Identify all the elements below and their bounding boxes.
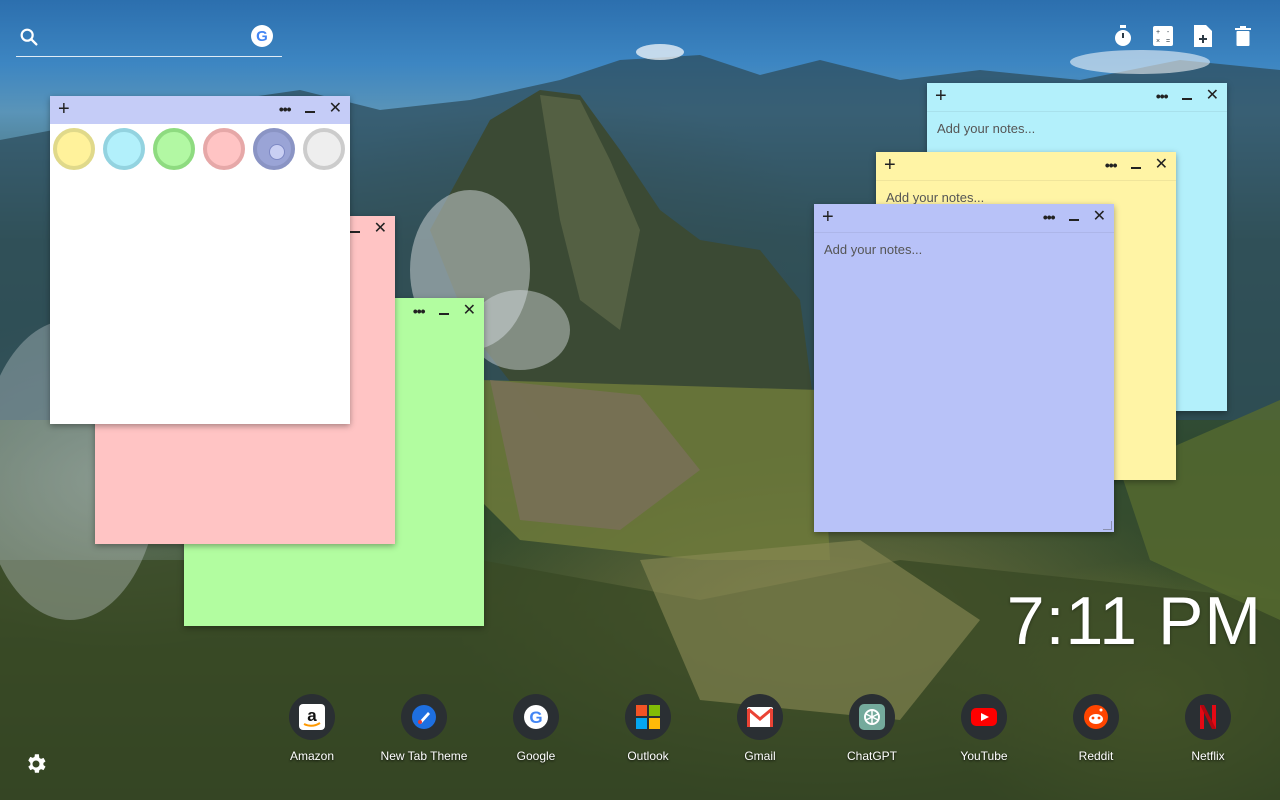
add-note-icon[interactable]: + bbox=[822, 207, 834, 227]
amazon-icon: a bbox=[289, 694, 335, 740]
close-icon[interactable]: ✕ bbox=[1155, 156, 1168, 174]
add-file-icon[interactable] bbox=[1192, 24, 1214, 48]
add-note-icon[interactable]: + bbox=[58, 99, 70, 119]
note-toolbar: + ••• ✕ bbox=[814, 204, 1114, 233]
note-placeholder: Add your notes... bbox=[886, 190, 985, 205]
color-swatch-gray[interactable] bbox=[303, 128, 345, 170]
color-swatch-yellow[interactable] bbox=[53, 128, 95, 170]
netflix-icon bbox=[1185, 694, 1231, 740]
search-bar: G bbox=[16, 22, 282, 57]
note-placeholder: Add your notes... bbox=[824, 242, 923, 257]
more-options-icon[interactable]: ••• bbox=[1043, 208, 1056, 226]
shortcut-chatgpt[interactable]: ChatGPT bbox=[816, 694, 928, 763]
close-icon[interactable]: ✕ bbox=[374, 220, 387, 238]
gmail-icon bbox=[737, 694, 783, 740]
shortcut-gmail[interactable]: Gmail bbox=[704, 694, 816, 763]
shortcut-label: Google bbox=[516, 749, 556, 763]
close-icon[interactable]: ✕ bbox=[1206, 87, 1219, 105]
shortcut-label: ChatGPT bbox=[846, 749, 897, 763]
shortcut-new-tab-theme[interactable]: New Tab Theme bbox=[368, 694, 480, 763]
svg-text:a: a bbox=[307, 706, 317, 725]
shortcut-label: Gmail bbox=[744, 749, 776, 763]
svg-text:×: × bbox=[1156, 38, 1160, 45]
minimize-icon[interactable] bbox=[1068, 208, 1079, 226]
more-options-icon[interactable]: ••• bbox=[279, 100, 292, 118]
more-options-icon[interactable]: ••• bbox=[1156, 87, 1169, 105]
toolbar: + - × = bbox=[1112, 24, 1254, 48]
trash-icon[interactable] bbox=[1232, 24, 1254, 48]
resize-handle-icon[interactable] bbox=[1103, 521, 1112, 530]
shortcut-reddit[interactable]: Reddit bbox=[1040, 694, 1152, 763]
search-input[interactable] bbox=[52, 24, 246, 52]
note-purple[interactable]: + ••• ✕ Add your notes... bbox=[814, 204, 1114, 532]
close-icon[interactable]: ✕ bbox=[1093, 208, 1106, 226]
note-toolbar: + ••• ✕ bbox=[50, 96, 350, 124]
timer-icon[interactable] bbox=[1112, 24, 1134, 48]
add-note-icon[interactable]: + bbox=[935, 86, 947, 106]
svg-text:=: = bbox=[1166, 38, 1170, 45]
minimize-icon[interactable] bbox=[349, 220, 360, 238]
svg-text:+: + bbox=[1156, 29, 1160, 36]
note-toolbar: + ••• ✕ bbox=[927, 83, 1227, 112]
more-options-icon[interactable]: ••• bbox=[413, 302, 426, 320]
color-swatch-pink[interactable] bbox=[203, 128, 245, 170]
shortcut-label: Outlook bbox=[627, 749, 669, 763]
close-icon[interactable]: ✕ bbox=[463, 302, 476, 320]
reddit-icon bbox=[1073, 694, 1119, 740]
close-icon[interactable]: ✕ bbox=[329, 100, 342, 118]
note-placeholder: Add your notes... bbox=[937, 121, 1036, 136]
shortcut-amazon[interactable]: a Amazon bbox=[256, 694, 368, 763]
svg-text:G: G bbox=[256, 28, 268, 45]
note-toolbar: + ••• ✕ bbox=[876, 152, 1176, 181]
outlook-icon bbox=[625, 694, 671, 740]
color-swatch-green[interactable] bbox=[153, 128, 195, 170]
shortcut-label: New Tab Theme bbox=[380, 749, 468, 763]
shortcut-dock: a Amazon New Tab Theme G Google Outlook … bbox=[256, 694, 1266, 774]
color-swatch-cyan[interactable] bbox=[103, 128, 145, 170]
svg-text:G: G bbox=[529, 708, 542, 727]
shortcut-label: Reddit bbox=[1078, 749, 1114, 763]
new-tab-theme-icon bbox=[401, 694, 447, 740]
color-swatch-purple[interactable] bbox=[253, 128, 295, 170]
selected-indicator bbox=[269, 144, 285, 160]
shortcut-netflix[interactable]: Netflix bbox=[1152, 694, 1264, 763]
add-note-icon[interactable]: + bbox=[884, 155, 896, 175]
shortcut-label: YouTube bbox=[960, 749, 1008, 763]
google-icon: G bbox=[513, 694, 559, 740]
minimize-icon[interactable] bbox=[1181, 87, 1192, 105]
gear-icon[interactable] bbox=[24, 752, 48, 781]
shortcut-label: Amazon bbox=[289, 749, 335, 763]
minimize-icon[interactable] bbox=[1130, 156, 1141, 174]
more-options-icon[interactable]: ••• bbox=[1105, 156, 1118, 174]
minimize-icon[interactable] bbox=[438, 302, 449, 320]
clock: 7:11 PM bbox=[1006, 583, 1262, 659]
calculator-icon[interactable]: + - × = bbox=[1152, 24, 1174, 48]
note-white[interactable]: + ••• ✕ bbox=[50, 96, 350, 424]
youtube-icon bbox=[961, 694, 1007, 740]
shortcut-youtube[interactable]: YouTube bbox=[928, 694, 1040, 763]
minimize-icon[interactable] bbox=[304, 100, 315, 118]
google-search-icon[interactable]: G bbox=[251, 25, 273, 47]
search-icon[interactable] bbox=[18, 26, 40, 53]
shortcut-outlook[interactable]: Outlook bbox=[592, 694, 704, 763]
shortcut-label: Netflix bbox=[1191, 749, 1225, 763]
shortcut-google[interactable]: G Google bbox=[480, 694, 592, 763]
chatgpt-icon bbox=[849, 694, 895, 740]
